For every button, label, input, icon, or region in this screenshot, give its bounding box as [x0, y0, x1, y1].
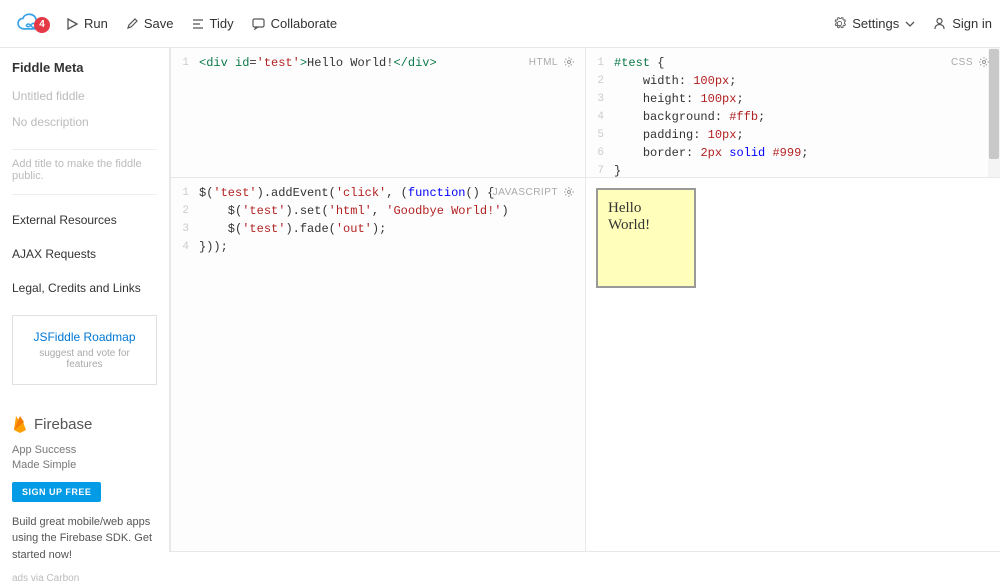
play-icon [66, 18, 78, 30]
css-code[interactable]: 1#test { 2 width: 100px; 3 height: 100px… [586, 48, 1000, 178]
toolbar: Run Save Tidy Collaborate [66, 16, 337, 31]
js-pane-label[interactable]: JAVASCRIPT [493, 186, 575, 198]
scrollbar-thumb[interactable] [989, 49, 999, 159]
sidebar: Fiddle Meta Untitled fiddle No descripti… [0, 48, 170, 552]
collaborate-label: Collaborate [271, 16, 338, 31]
external-resources-link[interactable]: External Resources [12, 213, 157, 227]
chat-icon [252, 18, 265, 30]
gear-icon[interactable] [563, 56, 575, 68]
ad-box[interactable]: Firebase App Success Made Simple SIGN UP… [12, 413, 157, 584]
pencil-icon [126, 18, 138, 30]
run-label: Run [84, 16, 108, 31]
signin-label: Sign in [952, 16, 992, 31]
roadmap-sub: suggest and vote for features [23, 348, 146, 370]
html-pane-label[interactable]: HTML [529, 56, 575, 68]
result-test-div[interactable]: Hello World! [596, 188, 696, 288]
gear-icon[interactable] [978, 56, 990, 68]
save-label: Save [144, 16, 174, 31]
chevron-down-icon [905, 19, 915, 29]
legal-link[interactable]: Legal, Credits and Links [12, 281, 157, 295]
firebase-icon [12, 413, 28, 435]
user-icon [933, 17, 946, 30]
fiddle-meta-heading: Fiddle Meta [12, 60, 157, 75]
logo[interactable]: 4 [8, 13, 56, 35]
firebase-brand: Firebase [34, 416, 92, 433]
ad-line2: Made Simple [12, 458, 157, 473]
signup-free-button[interactable]: SIGN UP FREE [12, 482, 101, 502]
html-pane[interactable]: HTML 1<div id='test'>Hello World!</div> [170, 48, 585, 178]
toolbar-right: Settings Sign in [833, 16, 992, 31]
run-button[interactable]: Run [66, 16, 108, 31]
css-pane-label[interactable]: CSS [951, 56, 990, 68]
description-input[interactable]: No description [12, 115, 157, 129]
tidy-button[interactable]: Tidy [192, 16, 234, 31]
public-note: Add title to make the fiddle public. [12, 158, 157, 182]
ajax-requests-link[interactable]: AJAX Requests [12, 247, 157, 261]
collaborate-button[interactable]: Collaborate [252, 16, 338, 31]
editor-grid: HTML 1<div id='test'>Hello World!</div> … [170, 48, 1000, 552]
notification-badge[interactable]: 4 [34, 17, 50, 33]
roadmap-link[interactable]: JSFiddle Roadmap [33, 330, 135, 344]
ads-via-carbon[interactable]: ads via Carbon [12, 573, 157, 584]
settings-label: Settings [852, 16, 899, 31]
save-button[interactable]: Save [126, 16, 174, 31]
tidy-label: Tidy [210, 16, 234, 31]
gear-icon [833, 17, 846, 30]
html-code[interactable]: 1<div id='test'>Hello World!</div> [171, 48, 585, 78]
title-input[interactable]: Untitled fiddle [12, 89, 157, 103]
gear-icon[interactable] [563, 186, 575, 198]
divider [12, 194, 157, 195]
settings-button[interactable]: Settings [833, 16, 915, 31]
align-icon [192, 18, 204, 30]
javascript-pane[interactable]: JAVASCRIPT 1$('test').addEvent('click', … [170, 178, 585, 552]
divider [12, 149, 157, 150]
roadmap-box[interactable]: JSFiddle Roadmap suggest and vote for fe… [12, 315, 157, 385]
css-pane[interactable]: CSS 1#test { 2 width: 100px; 3 height: 1… [585, 48, 1000, 178]
result-pane[interactable]: Hello World! [585, 178, 1000, 552]
header: 4 Run Save Tidy Collaborate Settings Sig… [0, 0, 1000, 48]
signin-button[interactable]: Sign in [933, 16, 992, 31]
ad-line1: App Success [12, 443, 157, 458]
ad-description: Build great mobile/web apps using the Fi… [12, 514, 157, 564]
